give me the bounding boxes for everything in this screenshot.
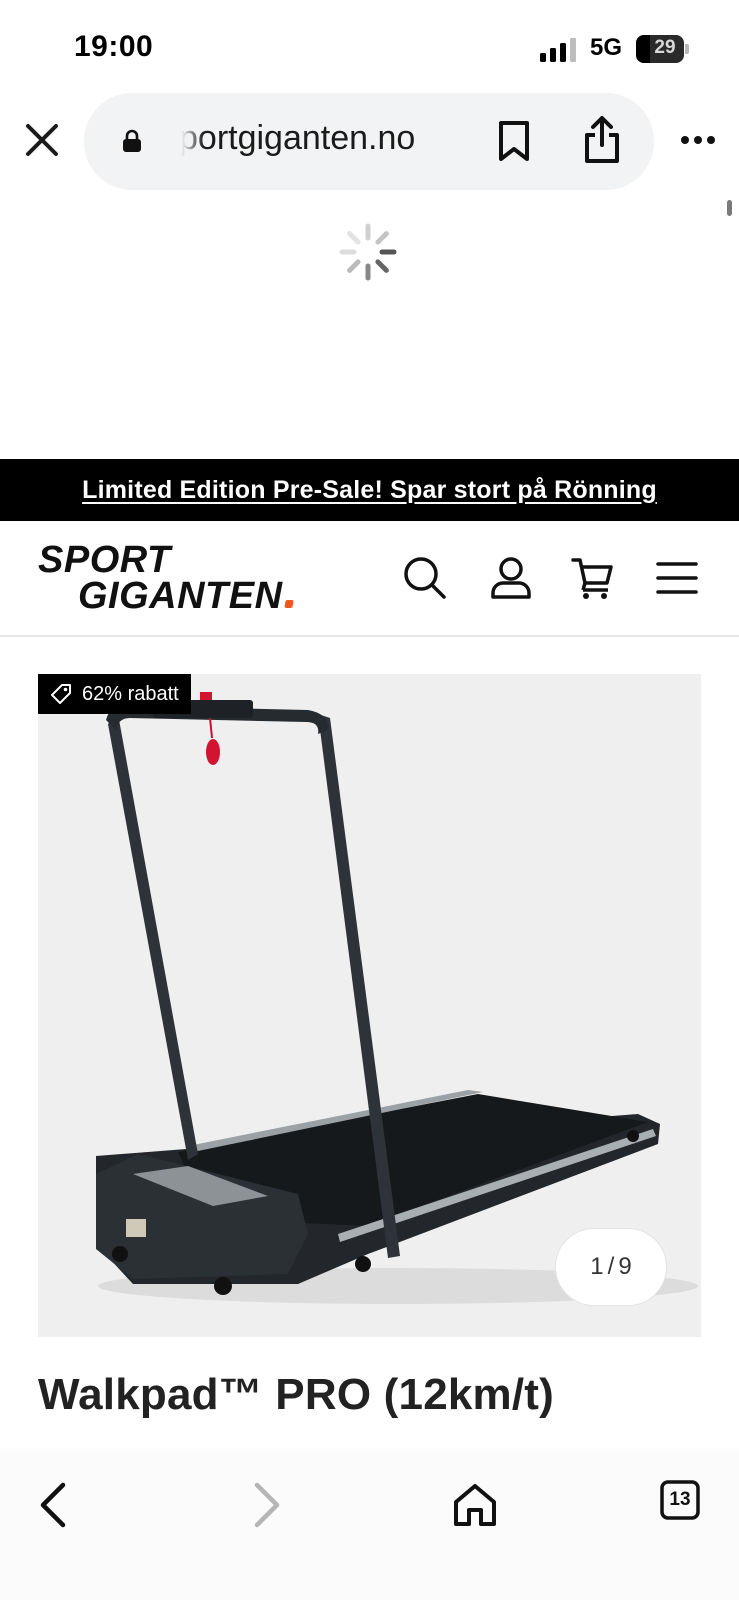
promo-banner[interactable]: Limited Edition Pre-Sale! Spar stort på …: [0, 459, 739, 521]
logo-accent-dot: [283, 600, 294, 608]
share-icon[interactable]: [582, 115, 622, 165]
battery-indicator: 29: [636, 35, 690, 63]
image-counter: 1/9: [555, 1228, 667, 1306]
image-total: 9: [618, 1253, 632, 1280]
search-icon[interactable]: [402, 555, 448, 601]
status-time: 19:00: [74, 30, 154, 63]
url-text[interactable]: sportgiganten.no: [176, 119, 476, 163]
account-icon[interactable]: [488, 555, 534, 601]
more-icon[interactable]: [680, 128, 716, 152]
bookmark-icon[interactable]: [496, 119, 532, 163]
site-logo[interactable]: SPORT GIGANTEN: [38, 539, 338, 619]
discount-badge: 62% rabatt: [38, 674, 191, 714]
tabs-count: 13: [669, 1489, 691, 1510]
status-bar: 19:00 5G 29: [0, 0, 739, 90]
image-index: 1: [590, 1253, 604, 1280]
battery-level: 29: [654, 37, 676, 58]
close-icon[interactable]: [22, 120, 62, 160]
tabs-button[interactable]: 13: [660, 1480, 710, 1530]
discount-text: 62% rabatt: [82, 682, 179, 705]
logo-line-2: GIGANTEN: [78, 575, 294, 618]
lock-icon: [123, 129, 141, 152]
site-header: SPORT GIGANTEN: [0, 521, 739, 637]
product-title: Walkpad™ PRO (12km/t): [38, 1370, 555, 1419]
browser-toolbar: 13: [0, 1450, 739, 1600]
cart-icon[interactable]: [570, 555, 616, 601]
address-bar[interactable]: sportgiganten.no: [84, 93, 654, 190]
home-icon[interactable]: [450, 1480, 500, 1530]
spinner-icon: [339, 223, 397, 281]
signal-icon: [540, 38, 576, 62]
tag-icon: [51, 684, 71, 704]
forward-icon[interactable]: [240, 1480, 290, 1530]
promo-link[interactable]: Limited Edition Pre-Sale! Spar stort på …: [82, 476, 657, 505]
network-label: 5G: [590, 34, 623, 61]
menu-icon[interactable]: [654, 555, 700, 601]
product-gallery[interactable]: 62% rabatt 1/9: [38, 674, 701, 1337]
scroll-indicator: [727, 200, 732, 216]
back-icon[interactable]: [30, 1480, 80, 1530]
